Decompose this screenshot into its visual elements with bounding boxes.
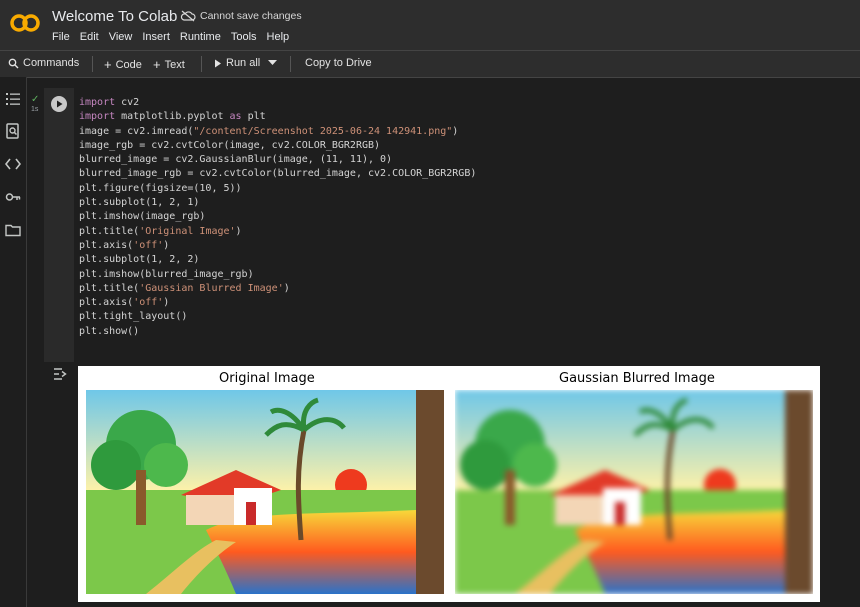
toolbar-divider bbox=[290, 56, 291, 72]
search-icon bbox=[8, 58, 19, 68]
menu-view[interactable]: View bbox=[109, 31, 133, 43]
commands-label: Commands bbox=[23, 57, 80, 69]
code-line: plt.axis('off') bbox=[79, 297, 170, 309]
original-image bbox=[86, 390, 444, 594]
toolbar-divider bbox=[92, 56, 93, 72]
code-line: import matplotlib.pyplot as plt bbox=[79, 111, 266, 123]
copy-to-drive-button[interactable]: Copy to Drive bbox=[305, 57, 372, 69]
code-line: plt.imshow(blurred_image_rgb) bbox=[79, 268, 254, 280]
run-all-dropdown[interactable] bbox=[268, 60, 277, 66]
code-line: plt.tight_layout() bbox=[79, 311, 188, 323]
menu-tools[interactable]: Tools bbox=[231, 31, 257, 43]
menu-edit[interactable]: Edit bbox=[80, 31, 99, 43]
notebook-title[interactable]: Welcome To Colab bbox=[52, 8, 177, 25]
folder-icon[interactable] bbox=[5, 222, 21, 238]
plus-icon: + bbox=[153, 57, 161, 72]
execution-time: 1s bbox=[31, 106, 39, 113]
blurred-image bbox=[455, 390, 813, 594]
code-line: plt.title('Gaussian Blurred Image') bbox=[79, 282, 290, 294]
add-code-label: Code bbox=[115, 58, 142, 71]
menu-file[interactable]: File bbox=[52, 31, 70, 43]
code-line: plt.subplot(1, 2, 2) bbox=[79, 254, 200, 266]
cell-output: Original Image Gaussian Blurred Image bbox=[78, 366, 820, 602]
copy-to-drive-label: Copy to Drive bbox=[305, 57, 372, 69]
cell-gutter bbox=[44, 88, 74, 362]
code-line: plt.figure(figsize=(10, 5)) bbox=[79, 182, 242, 194]
play-icon bbox=[215, 59, 221, 67]
table-of-contents-icon[interactable] bbox=[5, 91, 21, 107]
app-header: Welcome To Colab Cannot save changes Fil… bbox=[0, 0, 860, 50]
add-code-button[interactable]: + Code bbox=[104, 57, 142, 72]
code-editor[interactable]: import cv2 import matplotlib.pyplot as p… bbox=[79, 96, 476, 339]
code-snippets-icon[interactable] bbox=[5, 156, 21, 172]
code-line: plt.imshow(image_rgb) bbox=[79, 211, 206, 223]
add-text-label: Text bbox=[164, 58, 185, 71]
original-image-title: Original Image bbox=[219, 371, 315, 386]
code-line: plt.subplot(1, 2, 1) bbox=[79, 197, 200, 209]
code-line: blurred_image_rgb = cv2.cvtColor(blurred… bbox=[79, 168, 477, 180]
save-status: Cannot save changes bbox=[180, 10, 302, 22]
plus-icon: + bbox=[104, 57, 112, 72]
toolbar: Commands + Code + Text Run all Copy to D… bbox=[0, 50, 860, 78]
code-line: image_rgb = cv2.cvtColor(image, cv2.COLO… bbox=[79, 139, 381, 151]
output-menu-icon[interactable] bbox=[53, 368, 67, 380]
find-replace-icon[interactable] bbox=[5, 123, 21, 139]
code-line: import cv2 bbox=[79, 97, 140, 108]
blurred-image-title: Gaussian Blurred Image bbox=[559, 371, 715, 386]
landscape-drawing-blurred bbox=[455, 390, 813, 594]
run-all-button[interactable]: Run all bbox=[214, 57, 260, 69]
code-line: image = cv2.imread("/content/Screenshot … bbox=[79, 125, 459, 137]
menu-insert[interactable]: Insert bbox=[142, 31, 170, 43]
add-text-button[interactable]: + Text bbox=[153, 57, 185, 72]
colab-logo-icon[interactable] bbox=[10, 11, 40, 35]
landscape-drawing bbox=[86, 390, 444, 594]
code-line: plt.title('Original Image') bbox=[79, 225, 242, 237]
code-line: blurred_image = cv2.GaussianBlur(image, … bbox=[79, 154, 393, 166]
code-line: plt.show() bbox=[79, 325, 140, 337]
play-icon bbox=[57, 100, 63, 108]
toolbar-divider bbox=[201, 56, 202, 72]
side-rail bbox=[0, 77, 27, 607]
menu-runtime[interactable]: Runtime bbox=[180, 31, 221, 43]
menu-bar: File Edit View Insert Runtime Tools Help bbox=[52, 31, 299, 43]
commands-button[interactable]: Commands bbox=[8, 57, 79, 69]
execution-success-icon: ✓ bbox=[31, 94, 40, 105]
key-icon[interactable] bbox=[5, 189, 21, 205]
caret-down-icon bbox=[268, 60, 277, 65]
code-line: plt.axis('off') bbox=[79, 239, 170, 251]
save-status-text: Cannot save changes bbox=[200, 10, 302, 22]
run-cell-button[interactable] bbox=[51, 96, 67, 112]
run-all-label: Run all bbox=[226, 57, 261, 69]
cloud-off-icon bbox=[180, 10, 196, 22]
menu-help[interactable]: Help bbox=[267, 31, 290, 43]
